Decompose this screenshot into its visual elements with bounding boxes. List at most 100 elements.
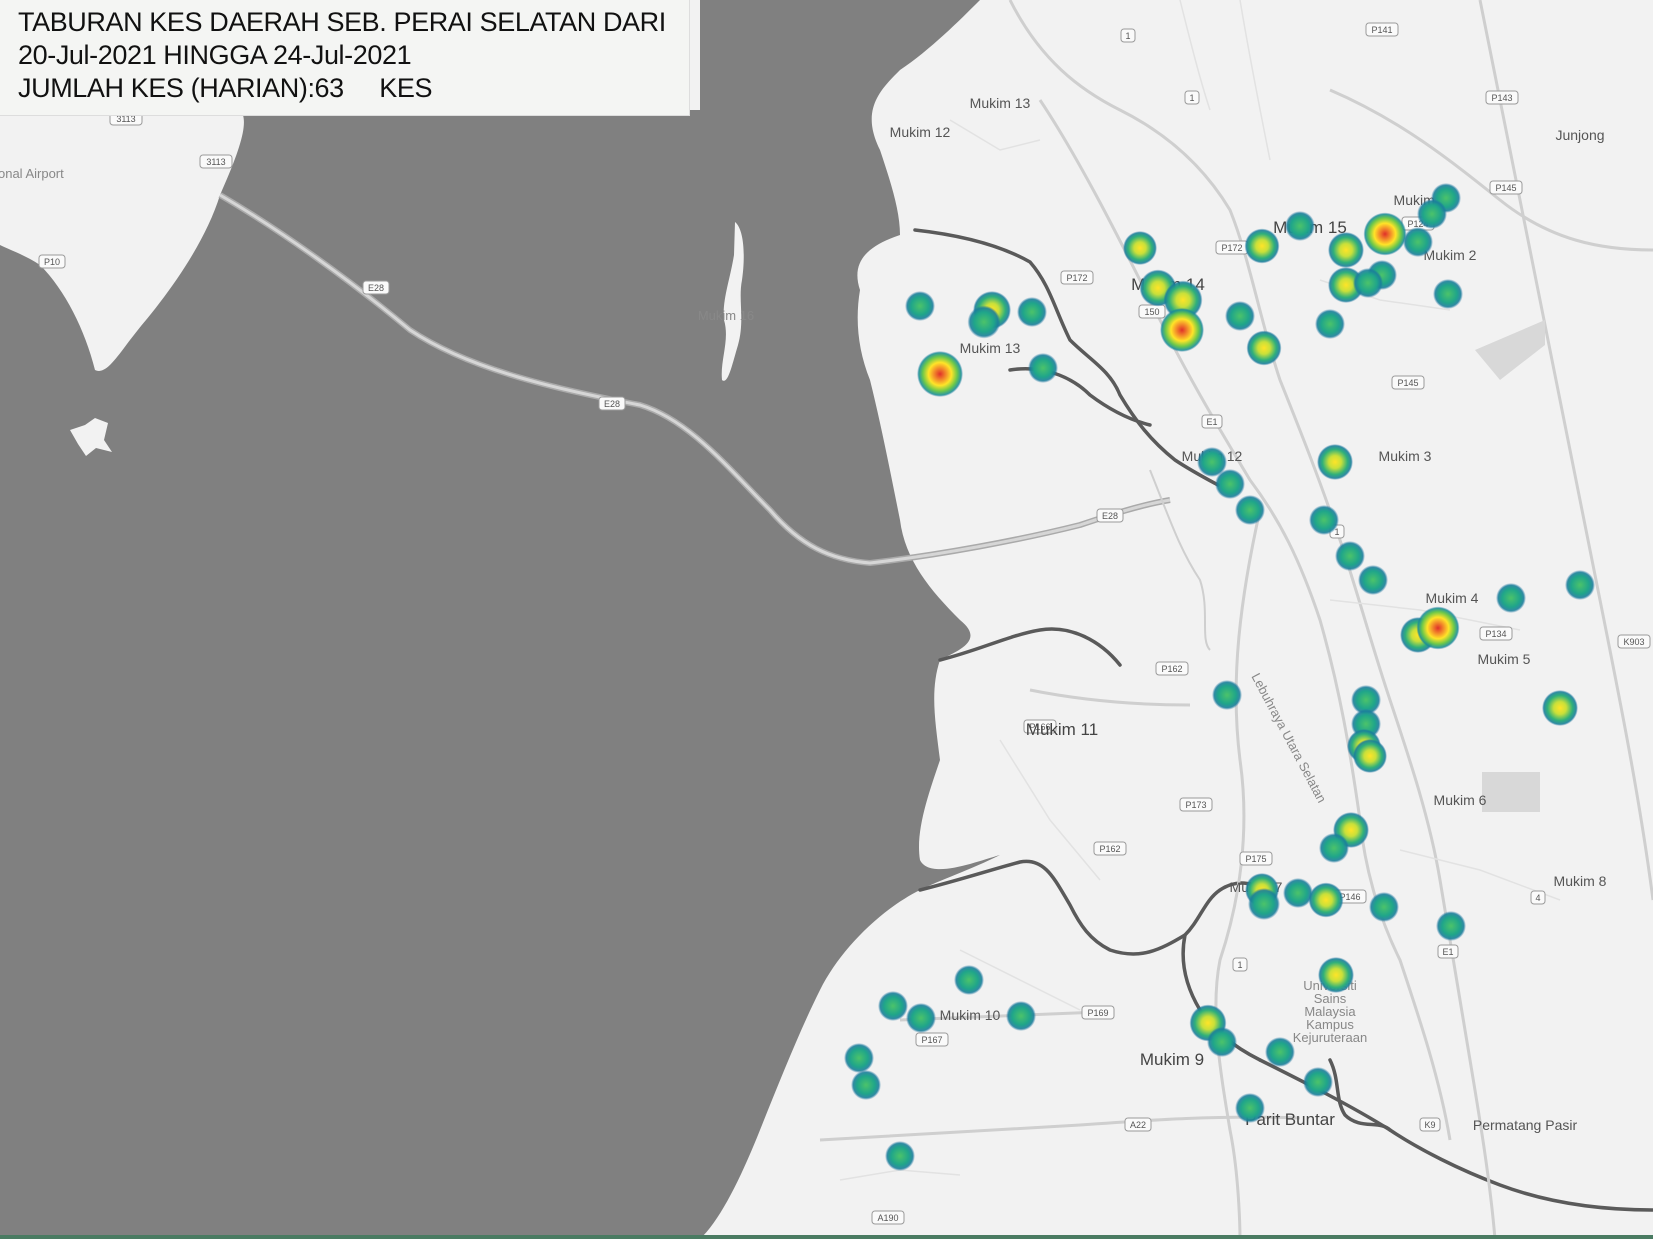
svg-text:3113: 3113 — [206, 157, 225, 167]
svg-text:P145: P145 — [1495, 183, 1516, 193]
svg-text:K903: K903 — [1623, 637, 1644, 647]
heat-point[interactable] — [1235, 1093, 1265, 1123]
heat-point[interactable] — [878, 991, 908, 1021]
title-line-1: TABURAN KES DAERAH SEB. PERAI SELATAN DA… — [18, 7, 666, 37]
heat-point[interactable] — [1303, 1067, 1333, 1097]
map-label-permatang-pasir: Permatang Pasir — [1473, 1117, 1578, 1133]
heat-point[interactable] — [1335, 541, 1365, 571]
heat-point[interactable] — [1215, 469, 1245, 499]
svg-text:1: 1 — [1125, 31, 1130, 41]
heat-point[interactable] — [1207, 1027, 1237, 1057]
heat-point[interactable] — [1309, 505, 1339, 535]
road-shield: P173 — [1179, 797, 1213, 812]
heat-point[interactable] — [1246, 330, 1282, 366]
svg-text:E28: E28 — [1102, 511, 1118, 521]
heat-point[interactable] — [1403, 227, 1433, 257]
basemap[interactable]: 11P141P143P145P124P172P172150E1P1451E28E… — [0, 0, 1653, 1239]
heat-point[interactable] — [1225, 301, 1255, 331]
map-view[interactable]: 1 1 P141 P143 P145 P124 P172 P172 150 E1 P145 1 E28 E… — [0, 0, 1653, 1239]
heat-point[interactable] — [905, 291, 935, 321]
heat-point[interactable] — [1318, 957, 1354, 993]
heat-point[interactable] — [1417, 199, 1447, 229]
svg-text:A190: A190 — [877, 1213, 898, 1223]
heat-point[interactable] — [1235, 495, 1265, 525]
svg-text:P173: P173 — [1185, 800, 1206, 810]
road-shield: P162 — [1093, 841, 1127, 856]
heat-point[interactable] — [1265, 1037, 1295, 1067]
title-line-3: JUMLAH KES (HARIAN):63 KES — [18, 73, 433, 103]
road-shield: E28 — [598, 396, 626, 411]
heat-point[interactable] — [1028, 353, 1058, 383]
map-label-mukim11: Mukim 11 — [1026, 720, 1098, 739]
heat-point[interactable] — [1328, 232, 1364, 268]
title-panel: TABURAN KES DAERAH SEB. PERAI SELATAN DA… — [0, 0, 690, 116]
heat-point[interactable] — [1565, 570, 1595, 600]
heat-point[interactable] — [1317, 444, 1353, 480]
svg-text:P172: P172 — [1066, 273, 1087, 283]
heat-point[interactable] — [1496, 583, 1526, 613]
svg-text:1: 1 — [1237, 960, 1242, 970]
heat-point[interactable] — [1315, 309, 1345, 339]
map-label-mukim12-n: Mukim 12 — [890, 124, 951, 140]
svg-text:1: 1 — [1189, 93, 1194, 103]
title-line-2: 20-Jul-2021 HINGGA 24-Jul-2021 — [18, 40, 412, 70]
heat-point[interactable] — [917, 351, 963, 397]
svg-text:P175: P175 — [1245, 854, 1266, 864]
map-label-junjong: Junjong — [1555, 127, 1604, 143]
heat-point[interactable] — [1433, 279, 1463, 309]
heat-point[interactable] — [1363, 212, 1407, 256]
road-shield: E28 — [362, 280, 390, 295]
heat-point[interactable] — [844, 1043, 874, 1073]
svg-text:P162: P162 — [1099, 844, 1120, 854]
heat-point[interactable] — [1308, 882, 1344, 918]
road-shield: P145 — [1391, 375, 1425, 390]
svg-text:E28: E28 — [604, 399, 620, 409]
map-label-mukim2: Mukim 2 — [1424, 247, 1477, 263]
heat-point[interactable] — [1358, 565, 1388, 595]
svg-text:A22: A22 — [1130, 1120, 1146, 1130]
heat-point[interactable] — [1006, 1001, 1036, 1031]
road-shield: P172 — [1215, 240, 1249, 255]
heat-point[interactable] — [967, 305, 1001, 339]
heat-point[interactable] — [1017, 297, 1047, 327]
svg-text:P169: P169 — [1087, 1008, 1108, 1018]
heat-point[interactable] — [1212, 680, 1242, 710]
road-shield: K903 — [1617, 634, 1651, 649]
svg-text:E1: E1 — [1206, 417, 1217, 427]
heat-point[interactable] — [1369, 892, 1399, 922]
heat-point[interactable] — [1436, 911, 1466, 941]
road-shield: A190 — [871, 1210, 905, 1225]
map-label-mukim3: Mukim 3 — [1379, 448, 1432, 464]
heat-point[interactable] — [1285, 211, 1315, 241]
road-shield: A22 — [1124, 1117, 1152, 1132]
svg-text:K9: K9 — [1424, 1120, 1435, 1130]
road-shield: P10 — [38, 254, 66, 269]
svg-text:P10: P10 — [44, 257, 60, 267]
heat-point[interactable] — [851, 1070, 881, 1100]
heat-point[interactable] — [954, 965, 984, 995]
heat-point[interactable] — [1542, 690, 1578, 726]
road-shield: 4 — [1530, 890, 1546, 905]
heat-point[interactable] — [1160, 308, 1204, 352]
heat-point[interactable] — [1283, 878, 1313, 908]
heat-point[interactable] — [906, 1003, 936, 1033]
heat-point[interactable] — [1123, 231, 1157, 265]
svg-text:4: 4 — [1535, 893, 1540, 903]
heat-point[interactable] — [1248, 888, 1280, 920]
road-shield: K9 — [1419, 1117, 1441, 1132]
heat-point[interactable] — [1416, 606, 1460, 650]
heat-point[interactable] — [1353, 268, 1383, 298]
road-shield: P141 — [1365, 22, 1399, 37]
heat-point[interactable] — [1319, 833, 1349, 863]
road-shield: P162 — [1155, 661, 1189, 676]
heat-point[interactable] — [1353, 739, 1387, 773]
road-shield: P175 — [1239, 851, 1273, 866]
road-shield: P134 — [1479, 626, 1513, 641]
map-label-mukim13-n: Mukim 13 — [970, 95, 1031, 111]
heat-point[interactable] — [1244, 228, 1280, 264]
svg-text:E1: E1 — [1442, 947, 1453, 957]
heat-point[interactable] — [885, 1141, 915, 1171]
road-shield: 150 — [1138, 304, 1166, 319]
road-shield: 1 — [1232, 957, 1248, 972]
road-shield: E1 — [1201, 414, 1223, 429]
